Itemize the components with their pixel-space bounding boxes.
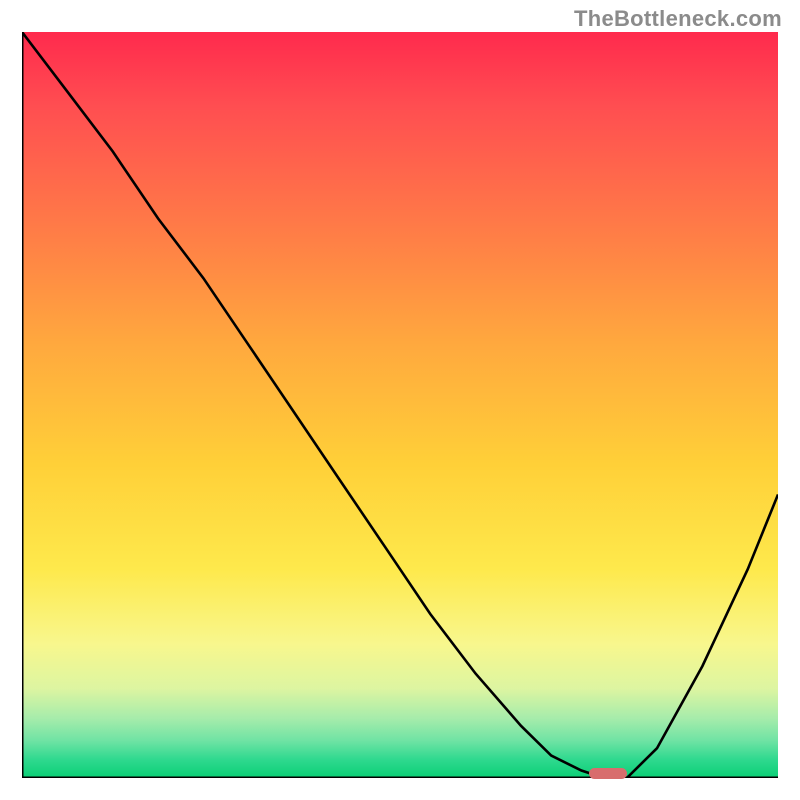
optimum-marker bbox=[589, 768, 627, 779]
watermark-text: TheBottleneck.com bbox=[574, 6, 782, 32]
chart-container: TheBottleneck.com bbox=[0, 0, 800, 800]
gradient-background bbox=[22, 32, 778, 778]
